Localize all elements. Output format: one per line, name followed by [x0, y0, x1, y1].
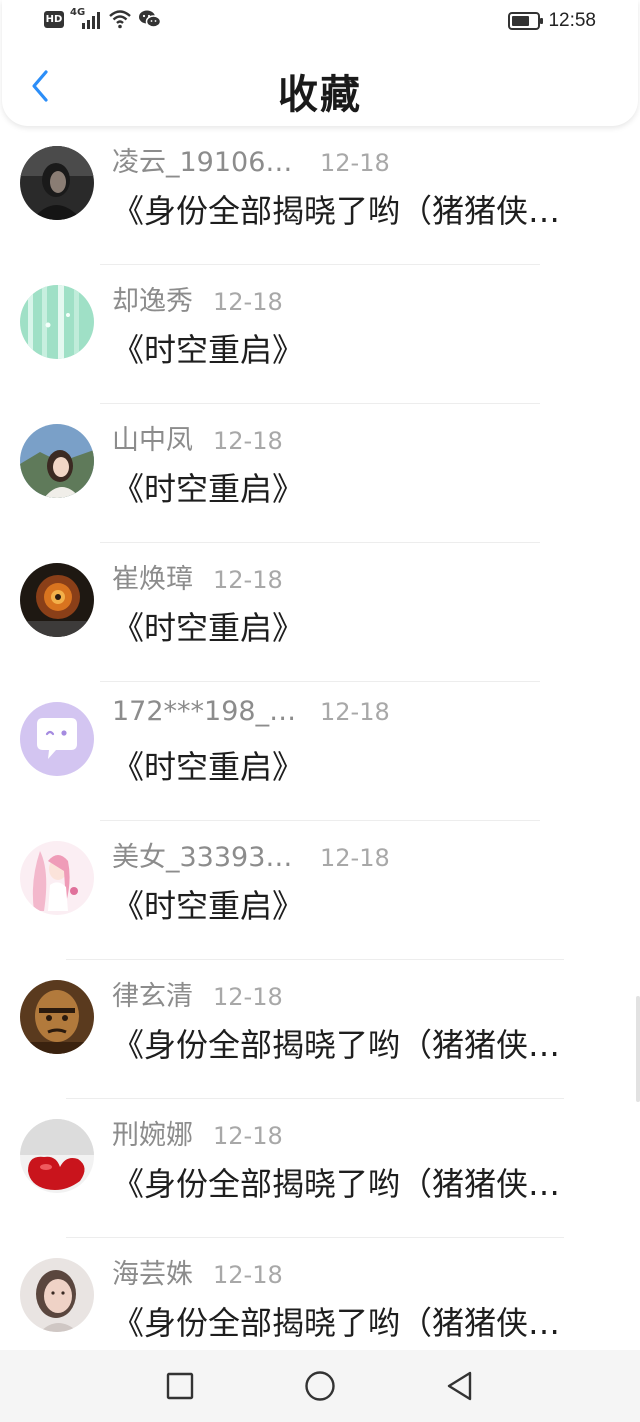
item-date: 12-18	[213, 427, 283, 455]
wifi-icon	[109, 10, 131, 29]
list-item[interactable]: 凌云_19106… 12-18 《身份全部揭晓了哟（猪猪侠…	[0, 126, 640, 265]
list-item[interactable]: 刑婉娜 12-18 《身份全部揭晓了哟（猪猪侠…	[0, 1099, 640, 1238]
user-name: 崔焕璋	[112, 564, 193, 595]
item-title: 《身份全部揭晓了哟（猪猪侠…	[112, 1304, 561, 1342]
item-meta: 海芸姝 12-18	[112, 1252, 283, 1291]
item-date: 12-18	[320, 149, 390, 177]
item-date: 12-18	[213, 1261, 283, 1289]
favorites-list: 凌云_19106… 12-18 《身份全部揭晓了哟（猪猪侠… 却逸秀 12-18…	[0, 126, 640, 1350]
item-date: 12-18	[320, 844, 390, 872]
back-triangle-icon	[447, 1371, 472, 1401]
avatar	[20, 424, 94, 498]
system-nav-bar	[0, 1350, 640, 1422]
wechat-icon	[139, 10, 162, 28]
user-name: 海芸姝	[112, 1259, 193, 1290]
item-date: 12-18	[213, 288, 283, 316]
recents-square-icon	[166, 1372, 194, 1400]
item-title: 《身份全部揭晓了哟（猪猪侠…	[112, 1026, 561, 1064]
status-left: HD 4G	[44, 7, 162, 29]
list-item[interactable]: 律玄清 12-18 《身份全部揭晓了哟（猪猪侠…	[0, 960, 640, 1099]
status-right: 12:58	[508, 10, 596, 32]
avatar	[20, 702, 94, 776]
item-meta: 172***198_… 12-18	[112, 696, 390, 727]
top-bar: HD 4G 12:58 收藏	[2, 0, 638, 126]
status-bar: HD 4G 12:58	[2, 0, 638, 44]
item-meta: 美女_33393… 12-18	[112, 835, 390, 874]
list-item[interactable]: 172***198_… 12-18 《时空重启》	[0, 682, 640, 821]
user-name: 却逸秀	[112, 286, 193, 317]
list-item[interactable]: 崔焕璋 12-18 《时空重启》	[0, 543, 640, 682]
home-button[interactable]	[298, 1364, 342, 1408]
battery-fill	[512, 16, 530, 26]
hd-icon: HD	[44, 10, 64, 28]
scrollbar[interactable]	[636, 996, 640, 1102]
back-nav-button[interactable]	[438, 1364, 482, 1408]
item-meta: 却逸秀 12-18	[112, 279, 283, 318]
avatar	[20, 1119, 94, 1193]
list-item[interactable]: 却逸秀 12-18 《时空重启》	[0, 265, 640, 404]
clock: 12:58	[548, 10, 596, 31]
item-meta: 崔焕璋 12-18	[112, 557, 283, 596]
item-meta: 刑婉娜 12-18	[112, 1113, 283, 1152]
page-header: 收藏	[2, 44, 638, 126]
user-name: 山中凤	[112, 425, 193, 456]
user-name: 刑婉娜	[112, 1120, 193, 1151]
avatar	[20, 146, 94, 220]
home-circle-icon	[305, 1371, 335, 1401]
battery-icon	[508, 12, 544, 30]
item-title: 《时空重启》	[112, 887, 305, 925]
item-date: 12-18	[213, 566, 283, 594]
item-title: 《时空重启》	[112, 609, 305, 647]
recents-button[interactable]	[158, 1364, 202, 1408]
page-title: 收藏	[278, 72, 362, 118]
avatar	[20, 563, 94, 637]
avatar	[20, 841, 94, 915]
item-title: 《时空重启》	[112, 470, 305, 508]
list-item[interactable]: 美女_33393… 12-18 《时空重启》	[0, 821, 640, 960]
item-meta: 凌云_19106… 12-18	[112, 140, 390, 179]
signal-icon: 4G	[70, 7, 102, 29]
list-item[interactable]: 海芸姝 12-18 《身份全部揭晓了哟（猪猪侠…	[0, 1238, 640, 1350]
avatar	[20, 1258, 94, 1332]
avatar	[20, 980, 94, 1054]
user-name: 172***198_…	[112, 696, 297, 727]
item-title: 《身份全部揭晓了哟（猪猪侠…	[112, 192, 561, 230]
item-date: 12-18	[213, 1122, 283, 1150]
item-title: 《时空重启》	[112, 748, 305, 786]
item-meta: 律玄清 12-18	[112, 974, 283, 1013]
user-name: 律玄清	[112, 981, 193, 1012]
item-meta: 山中凤 12-18	[112, 418, 283, 457]
list-item[interactable]: 山中凤 12-18 《时空重启》	[0, 404, 640, 543]
item-date: 12-18	[213, 983, 283, 1011]
avatar	[20, 285, 94, 359]
item-date: 12-18	[320, 698, 390, 726]
item-title: 《时空重启》	[112, 331, 305, 369]
user-name: 美女_33393…	[112, 842, 293, 873]
item-title: 《身份全部揭晓了哟（猪猪侠…	[112, 1165, 561, 1203]
user-name: 凌云_19106…	[112, 147, 293, 178]
